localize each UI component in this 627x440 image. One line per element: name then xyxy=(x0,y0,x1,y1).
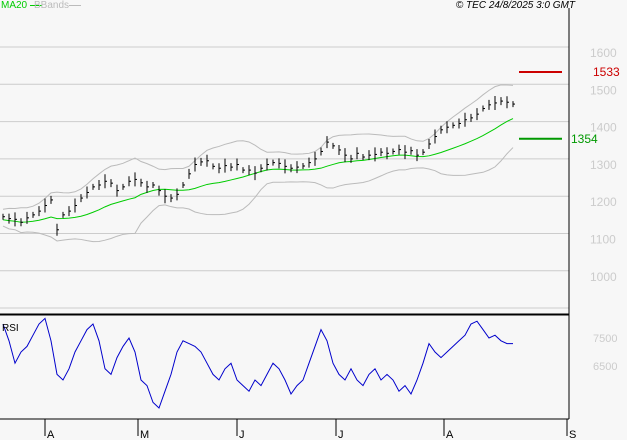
rsi-line xyxy=(2,317,513,409)
ma20-line xyxy=(2,118,514,223)
stock-chart: 1600 1500 1400 1300 1200 1100 1000 7500 6500 153… xyxy=(0,0,627,440)
bbands-legend-label: BBands xyxy=(34,0,70,11)
price-tick-label: 1600 xyxy=(590,46,617,60)
price-tick-label: 1200 xyxy=(590,195,617,209)
rsi-tick-label: 6500 xyxy=(593,361,617,373)
rsi-label: RSI xyxy=(2,323,19,334)
x-tick-label: J xyxy=(239,429,245,440)
price-tick-label: 1100 xyxy=(590,233,616,247)
chart-svg: 160015001400130012001100100075006500 153… xyxy=(0,8,620,440)
bbands-legend: BBands xyxy=(34,0,82,11)
copyright: © TEC 24/8/2025 3:0 GMT xyxy=(455,0,575,11)
price-tick-label: 1300 xyxy=(590,158,617,172)
bband-lower xyxy=(2,147,514,243)
x-tick-label: S xyxy=(569,429,576,440)
price-tick-label: 1000 xyxy=(590,270,617,284)
bband-upper xyxy=(2,84,514,210)
support-label: 1354 xyxy=(571,132,598,146)
x-tick-label: M xyxy=(140,429,149,440)
x-tick-label: A xyxy=(47,429,55,440)
x-tick-label: J xyxy=(338,429,344,440)
price-tick-label: 1500 xyxy=(590,83,617,97)
rsi-tick-label: 7500 xyxy=(593,333,617,345)
bbands-legend-swatch xyxy=(69,4,82,6)
ma20-legend-label: MA20 xyxy=(1,0,28,11)
resistance-label: 1533 xyxy=(593,65,620,79)
x-tick-label: A xyxy=(446,429,454,440)
